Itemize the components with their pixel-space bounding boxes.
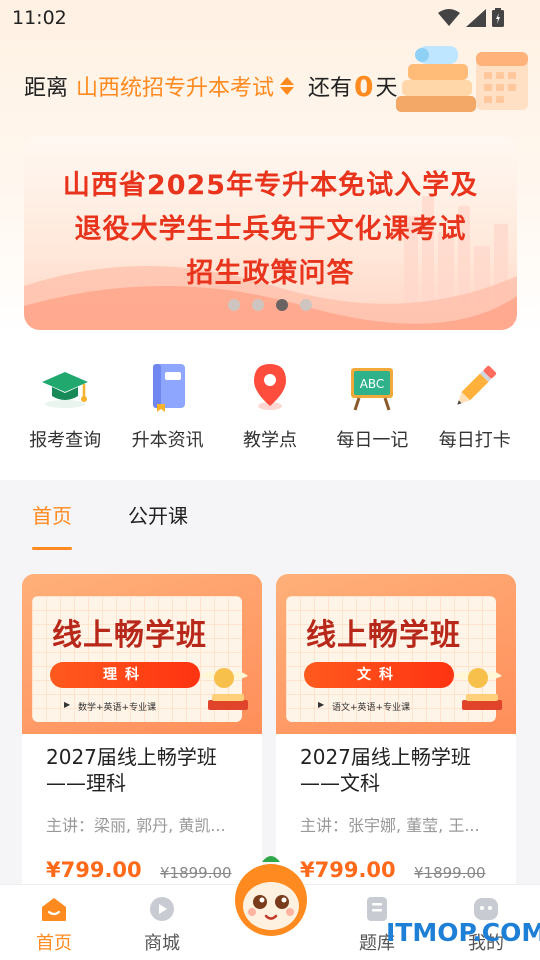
course-name: 2027届线上畅学班——文科: [300, 745, 471, 795]
cover-title: 线上畅学班: [52, 618, 207, 653]
course-price: ¥799.00: [46, 858, 142, 882]
carousel-dot[interactable]: [228, 299, 240, 311]
quick-menu-label: 每日打卡: [438, 430, 511, 451]
book-icon: [152, 364, 185, 412]
carousel-dot-active[interactable]: [276, 299, 288, 311]
countdown-days: 0: [354, 69, 374, 103]
banner-line-3: 招生政策问答: [186, 258, 355, 289]
svg-text:ABC: ABC: [360, 377, 385, 391]
nav-label: 首页: [36, 933, 72, 954]
countdown-middle: 还有: [308, 76, 353, 101]
course-teachers: 主讲：张宇娜, 董莹, 王...: [300, 816, 480, 835]
quick-menu: 报考查询 升本资讯 教学点 ABC 每日一记 每日打卡: [14, 360, 526, 460]
tab-open-class[interactable]: 公开课: [128, 500, 188, 550]
carousel-dot[interactable]: [300, 299, 312, 311]
play-circle-icon: [150, 897, 174, 921]
carousel-indicator: [228, 299, 312, 311]
status-time: 11:02: [12, 7, 67, 29]
books-calendar-illustration: [396, 46, 528, 112]
signal-icon: [466, 8, 486, 27]
home-icon: [42, 898, 66, 921]
nav-mall[interactable]: 商城: [132, 895, 192, 955]
cover-subjects: 数学+英语+专业课: [64, 700, 156, 713]
mascot-center-button[interactable]: [222, 848, 320, 946]
location-pin-icon: [253, 364, 286, 410]
tab-home[interactable]: 首页: [32, 500, 72, 550]
cover-title: 线上畅学班: [306, 618, 461, 653]
exam-selector[interactable]: 山西统招专升本考试: [76, 70, 274, 102]
battery-icon: [492, 8, 504, 27]
wifi-icon: [438, 8, 460, 26]
quick-menu-teaching-point[interactable]: 教学点: [219, 360, 321, 460]
quick-menu-exam-query[interactable]: 报考查询: [14, 360, 116, 460]
quick-menu-label: 报考查询: [29, 430, 102, 451]
banner-line-2: 退役大学生士兵免于文化课考试: [74, 214, 467, 245]
course-cover: 线上畅学班 理科 数学+英语+专业课: [22, 574, 262, 734]
content-tabs: 首页 公开课: [32, 500, 188, 550]
nav-label: 商城: [144, 933, 180, 954]
quick-menu-news[interactable]: 升本资讯: [116, 360, 218, 460]
site-watermark: ITMOP.COM: [386, 918, 540, 947]
graduation-cap-icon: [42, 372, 89, 408]
status-bar: 11:02: [0, 0, 540, 36]
quick-menu-daily-note[interactable]: ABC 每日一记: [321, 360, 423, 460]
trophy-wings-icon: [454, 668, 502, 710]
trophy-wings-icon: [200, 668, 248, 710]
quick-menu-label: 每日一记: [336, 430, 409, 451]
status-icons: [438, 8, 504, 27]
nav-home[interactable]: 首页: [24, 895, 84, 955]
countdown-prefix: 距离: [24, 76, 69, 101]
exam-countdown: 距离 山西统招专升本考试 还有 0 天: [24, 69, 398, 103]
sort-toggle-icon[interactable]: [280, 77, 295, 95]
abc-board-icon: ABC: [351, 368, 394, 411]
banner-headline: 山西省2025年专升本免试入学及 退役大学生士兵免于文化课考试 招生政策问答: [24, 164, 517, 296]
course-cover: 线上畅学班 文科 语文+英语+专业课: [276, 574, 516, 734]
course-name: 2027届线上畅学班——理科: [46, 745, 217, 795]
cover-subjects: 语文+英语+专业课: [318, 700, 410, 713]
promo-banner[interactable]: 山西省2025年专升本免试入学及 退役大学生士兵免于文化课考试 招生政策问答: [24, 136, 517, 330]
course-original-price: ¥1899.00: [414, 864, 486, 882]
quick-menu-label: 升本资讯: [131, 430, 204, 451]
cover-badge: 理科: [50, 662, 200, 688]
course-teachers: 主讲：梁丽, 郭丹, 黄凯...: [46, 816, 226, 835]
quick-menu-daily-checkin[interactable]: 每日打卡: [424, 360, 526, 460]
carousel-dot[interactable]: [252, 299, 264, 311]
pencil-icon: [457, 365, 496, 405]
quick-menu-label: 教学点: [242, 430, 297, 451]
banner-line-1: 山西省2025年专升本免试入学及: [62, 170, 479, 201]
cover-badge: 文科: [304, 662, 454, 688]
course-original-price: ¥1899.00: [160, 864, 232, 882]
